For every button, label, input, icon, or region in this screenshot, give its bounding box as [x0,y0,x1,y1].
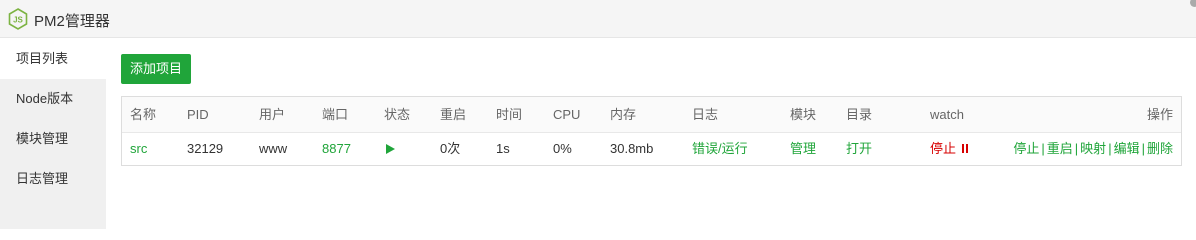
separator: | [1041,141,1045,156]
col-time: 时间 [496,107,523,122]
project-name-link[interactable]: src [130,133,147,165]
separator: | [1108,141,1112,156]
nodejs-hex-icon: JS [8,8,28,30]
add-project-button[interactable]: 添加项目 [121,54,191,84]
log-link[interactable]: 错误/运行 [692,133,748,165]
project-table: 名称 PID 用户 端口 状态 重启 时间 CPU 内存 日志 模块 目录 wa… [121,96,1182,166]
restart-count: 0次 [440,141,461,156]
col-memory: 内存 [610,107,637,122]
pause-icon [962,133,970,165]
row-actions: 停止 | 重启 | 映射 | 编辑 | 删除 [1013,133,1173,165]
module-manage-link[interactable]: 管理 [790,133,816,165]
app-title: PM2管理器 [34,13,110,30]
edit-link[interactable]: 编辑 [1114,141,1140,156]
col-cpu: CPU [553,107,581,122]
map-link[interactable]: 映射 [1080,141,1106,156]
user-value: www [259,141,288,156]
delete-link[interactable]: 删除 [1147,141,1173,156]
stop-link[interactable]: 停止 [1013,141,1039,156]
watch-stop-label: 停止 [930,141,957,156]
table-row: src 32129 www 8877 0次 1s 0% 30.8mb 错误/运行… [122,133,1181,165]
sidebar-item-project-list[interactable]: 项目列表 [0,39,106,79]
separator: | [1074,141,1079,156]
sidebar: 项目列表 Node版本 模块管理 日志管理 [0,39,106,229]
status-cell [386,133,395,165]
cpu-value: 0% [553,141,572,156]
play-icon [386,143,395,154]
restart-link[interactable]: 重启 [1047,141,1073,156]
uptime-value: 1s [496,141,510,156]
title-bar: JS PM2管理器 [0,0,1196,38]
port-link[interactable]: 8877 [322,133,351,165]
col-log: 日志 [692,107,719,122]
col-ops: 操作 [1146,107,1173,122]
main-content: 添加项目 名称 PID 用户 端口 状态 重启 时间 CPU 内存 日志 模块 … [106,39,1196,229]
sidebar-item-module-management[interactable]: 模块管理 [0,119,106,159]
window-control-dot[interactable] [1190,0,1196,7]
col-dir: 目录 [846,107,873,122]
memory-value: 30.8mb [610,141,654,156]
sidebar-item-node-version[interactable]: Node版本 [0,79,106,119]
separator: | [1141,141,1145,156]
sidebar-item-log-management[interactable]: 日志管理 [0,159,106,199]
col-pid: PID [187,107,209,122]
col-status: 状态 [384,107,411,122]
pid-value: 32129 [187,141,224,156]
col-name: 名称 [130,107,157,122]
open-dir-link[interactable]: 打开 [846,133,872,165]
table-header: 名称 PID 用户 端口 状态 重启 时间 CPU 内存 日志 模块 目录 wa… [122,97,1181,133]
col-module: 模块 [790,107,817,122]
col-user: 用户 [259,107,286,122]
col-watch: watch [930,107,964,122]
col-port: 端口 [322,107,349,122]
svg-text:JS: JS [13,16,23,25]
col-restart: 重启 [440,107,467,122]
watch-toggle[interactable]: 停止 [930,133,970,165]
